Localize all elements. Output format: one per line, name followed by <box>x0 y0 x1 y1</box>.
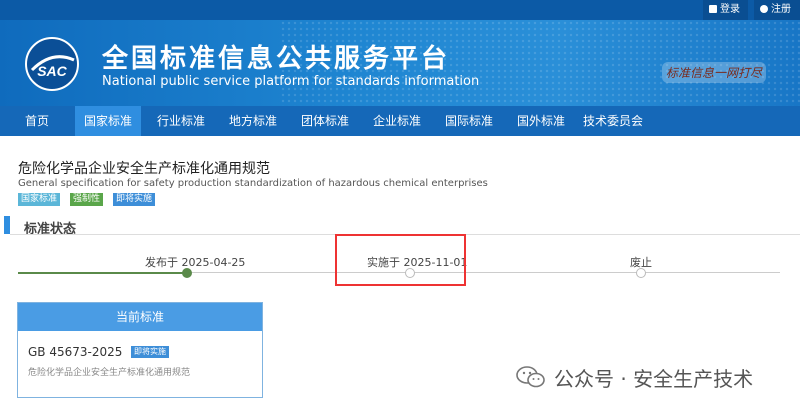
nav-item-national-standards[interactable]: 国家标准 <box>75 106 141 136</box>
timeline-dot-abolished <box>636 268 646 278</box>
login-label: 登录 <box>720 4 740 15</box>
nav-item-home[interactable]: 首页 <box>14 106 60 136</box>
timeline-label-published: 发布于 2025-04-25 <box>145 256 246 269</box>
nav-item-foreign-standards[interactable]: 国外标准 <box>508 106 574 136</box>
login-button[interactable]: 登录 <box>703 0 748 20</box>
nav-item-industry-standards[interactable]: 行业标准 <box>148 106 214 136</box>
status-badge: 即将实施 <box>131 346 169 358</box>
timeline-dot-published <box>182 268 192 278</box>
current-standard-card[interactable]: 当前标准 GB 45673-2025 即将实施 危险化学品企业安全生产标准化通用… <box>17 302 263 398</box>
wechat-icon <box>516 366 545 388</box>
lock-icon <box>709 5 717 13</box>
section-accent-bar <box>4 216 10 234</box>
standard-code-link[interactable]: GB 45673-2025 <box>28 345 122 359</box>
tag-upcoming: 即将实施 <box>113 193 156 206</box>
register-button[interactable]: 注册 <box>754 0 800 20</box>
wechat-watermark: 公众号 · 安全生产技术 <box>516 362 753 392</box>
tag-mandatory: 强制性 <box>70 193 104 206</box>
card-header: 当前标准 <box>18 303 262 331</box>
nav-item-technical-committees[interactable]: 技术委员会 <box>578 106 648 136</box>
standard-title: 危险化学品企业安全生产标准化通用规范 <box>18 161 270 177</box>
top-utility-bar: 登录 注册 <box>0 0 800 20</box>
nav-item-group-standards[interactable]: 团体标准 <box>292 106 358 136</box>
sac-logo[interactable]: SAC <box>24 36 80 92</box>
timeline-progress-line <box>18 272 187 274</box>
tag-national-standard: 国家标准 <box>18 193 61 206</box>
site-subtitle: National public service platform for sta… <box>102 74 480 89</box>
user-icon <box>760 5 768 13</box>
site-title: 全国标准信息公共服务平台 <box>102 44 451 74</box>
register-label: 注册 <box>771 4 791 15</box>
main-nav: 首页 国家标准 行业标准 地方标准 团体标准 企业标准 国际标准 国外标准 技术… <box>0 106 800 136</box>
logo-text: SAC <box>37 63 67 79</box>
nav-item-local-standards[interactable]: 地方标准 <box>220 106 286 136</box>
nav-item-enterprise-standards[interactable]: 企业标准 <box>364 106 430 136</box>
standard-title-en: General specification for safety product… <box>18 178 488 189</box>
site-header: SAC 全国标准信息公共服务平台 National public service… <box>0 20 800 106</box>
main-content: 危险化学品企业安全生产标准化通用规范 General specification… <box>0 146 800 407</box>
card-description: 危险化学品企业安全生产标准化通用规范 <box>28 368 191 378</box>
slogan-calligraphy: 标准信息一网打尽 <box>662 62 767 83</box>
watermark-text: 公众号 · 安全生产技术 <box>554 366 754 391</box>
nav-item-international-standards[interactable]: 国际标准 <box>436 106 502 136</box>
timeline-remaining-line <box>187 272 780 273</box>
highlight-box-effective-date <box>335 234 466 286</box>
